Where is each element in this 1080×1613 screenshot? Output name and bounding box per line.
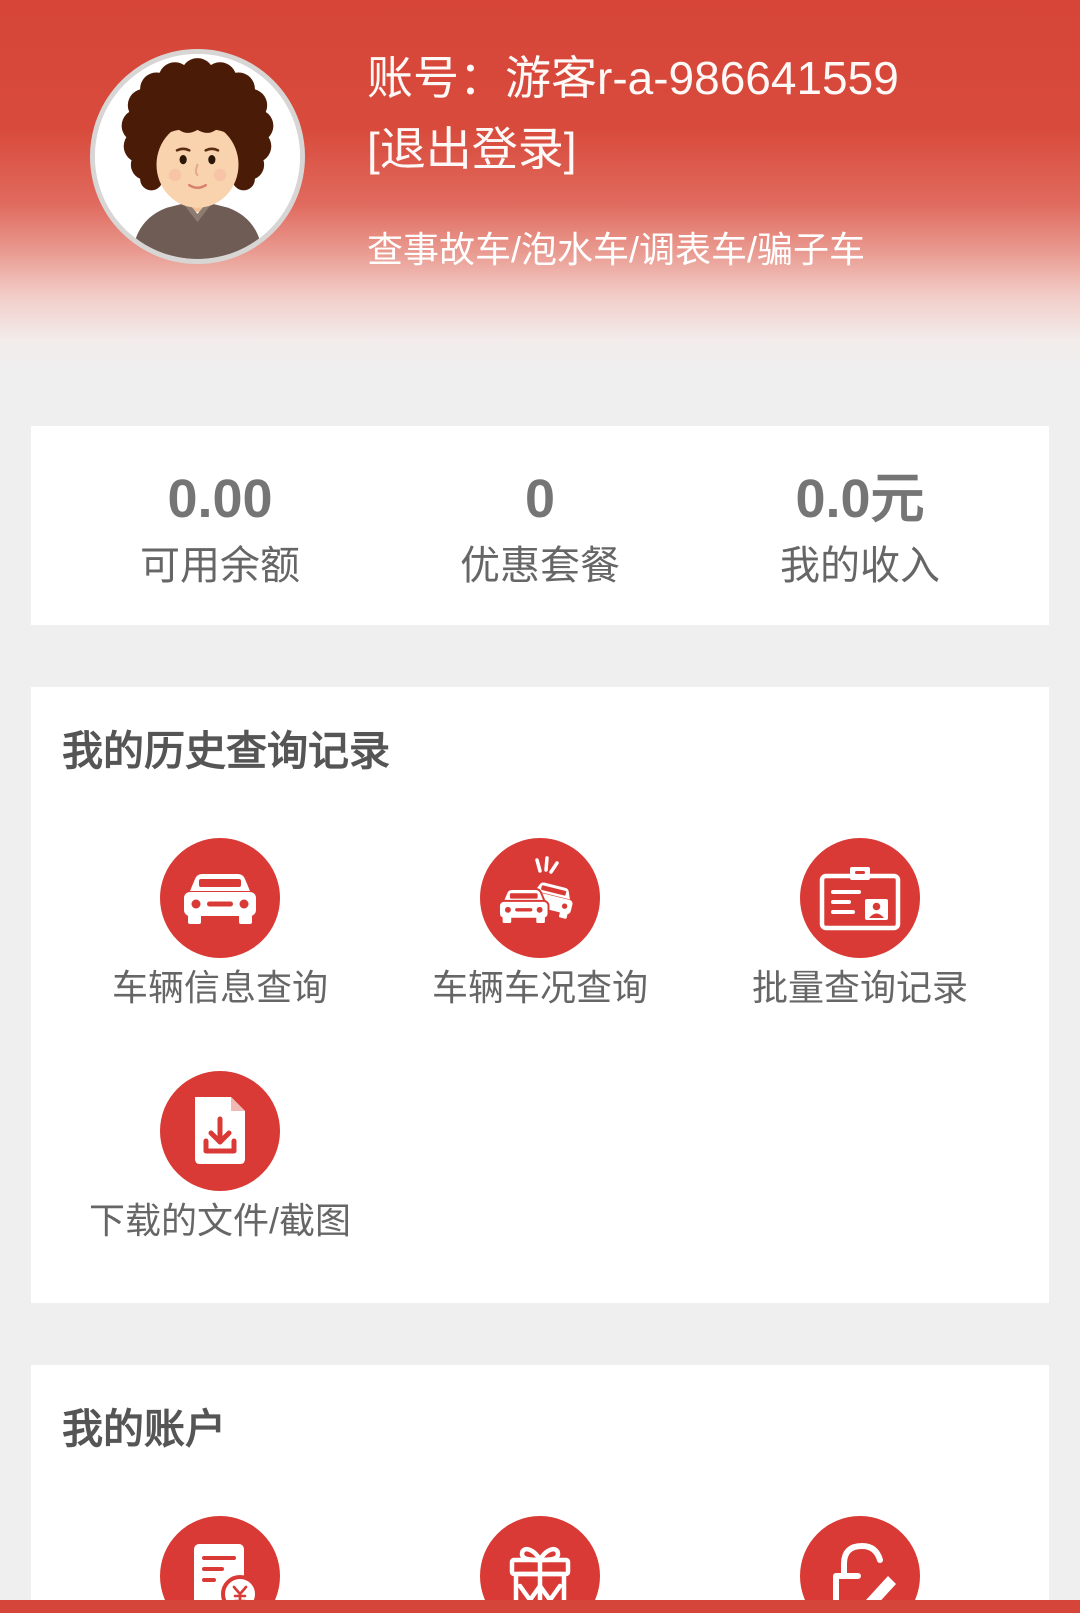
stat-value: 0: [524, 469, 556, 529]
bill-yuan-icon: [160, 1516, 280, 1613]
account-value: 游客r-a-986641559: [505, 52, 899, 104]
car-icon: [160, 838, 280, 958]
profile-header: 账号：游客r-a-986641559 [退出登录] 查事故车/泡水车/调表车/骗…: [0, 0, 1080, 370]
profile-page: 账号：游客r-a-986641559 [退出登录] 查事故车/泡水车/调表车/骗…: [0, 0, 1080, 1613]
file-download-icon: [160, 1071, 280, 1191]
account-title: 我的账户: [62, 1406, 226, 1452]
account-id: 账号：游客r-a-986641559: [367, 50, 899, 106]
stats-card: 0.00 可用余额 0 优惠套餐 0.0元 我的收入: [31, 426, 1049, 625]
car-crash-icon: [480, 838, 600, 958]
tagline: 查事故车/泡水车/调表车/骗子车: [367, 229, 866, 270]
stat-balance[interactable]: 0.00 可用余额: [60, 426, 380, 625]
account-bill-item[interactable]: [60, 1516, 380, 1613]
stat-label: 我的收入: [780, 544, 940, 588]
vehicle-condition-query-item[interactable]: 车辆车况查询: [380, 838, 700, 1010]
grid-label: 车辆车况查询: [431, 967, 648, 1008]
history-title: 我的历史查询记录: [62, 728, 390, 774]
stat-packages[interactable]: 0 优惠套餐: [380, 426, 700, 625]
stat-label: 优惠套餐: [460, 544, 620, 588]
bottom-nav-bar: [0, 1600, 1080, 1613]
account-grid: [31, 1516, 1049, 1613]
downloaded-files-item[interactable]: 下载的文件/截图: [60, 1071, 380, 1243]
stat-value: 0.0元: [795, 469, 925, 529]
curly-hair-avatar-icon: [95, 54, 300, 259]
lock-edit-icon: [800, 1516, 920, 1613]
stat-label: 可用余额: [140, 544, 300, 588]
stat-income[interactable]: 0.0元 我的收入: [700, 426, 1020, 625]
grid-label: 批量查询记录: [751, 967, 968, 1008]
history-grid: 车辆信息查询 车辆车况查询 批量查询记录 下载的文件/截图: [31, 838, 1049, 1243]
avatar[interactable]: [90, 49, 305, 264]
account-card: 我的账户: [31, 1365, 1049, 1613]
stat-value: 0.00: [167, 469, 273, 529]
id-badge-icon: [800, 838, 920, 958]
account-security-item[interactable]: [700, 1516, 1020, 1613]
batch-query-records-item[interactable]: 批量查询记录: [700, 838, 1020, 1010]
grid-label: 下载的文件/截图: [88, 1200, 351, 1241]
grid-label: 车辆信息查询: [111, 967, 328, 1008]
account-label: 账号：: [367, 52, 505, 104]
vehicle-info-query-item[interactable]: 车辆信息查询: [60, 838, 380, 1010]
history-card: 我的历史查询记录 车辆信息查询 车辆车况查询 批量查询记录 下载的文件/截图: [31, 687, 1049, 1303]
logout-link[interactable]: [退出登录]: [367, 121, 577, 177]
account-gift-item[interactable]: [380, 1516, 700, 1613]
gift-icon: [480, 1516, 600, 1613]
